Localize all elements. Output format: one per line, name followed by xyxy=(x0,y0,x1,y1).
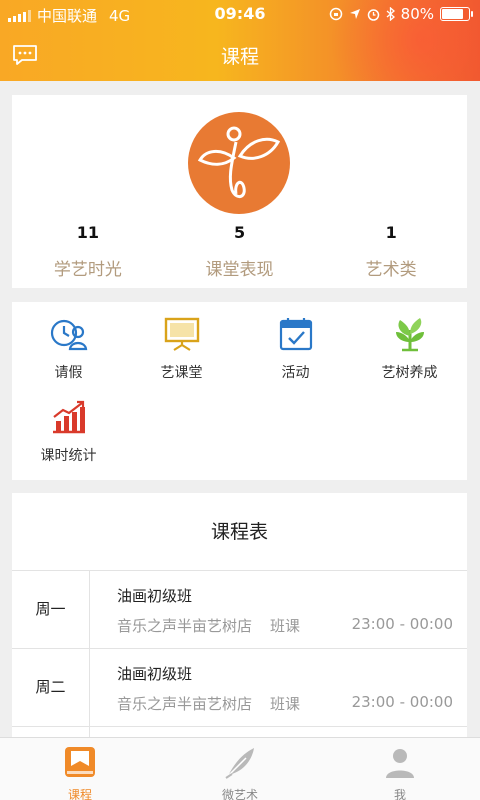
stat-value: 5 xyxy=(233,223,246,242)
user-icon xyxy=(386,749,414,778)
leave-icon xyxy=(50,319,87,351)
course-time: 23:00 - 00:00 xyxy=(351,615,453,633)
stat-value: 11 xyxy=(76,223,99,242)
stat-label: 课堂表现 xyxy=(205,260,274,280)
status-bar: 中国联通 4G 09:46 80% xyxy=(0,0,480,28)
tab-label: 课程 xyxy=(67,788,92,800)
tab-label: 我 xyxy=(393,788,406,800)
course-venue: 音乐之声半亩艺树店 xyxy=(117,617,253,635)
menu-label: 请假 xyxy=(54,365,83,381)
tree-icon xyxy=(395,318,424,352)
tab-courses[interactable]: 课程 xyxy=(0,738,160,800)
orientation-lock-icon xyxy=(329,7,342,21)
bluetooth-icon xyxy=(386,7,395,21)
tab-me[interactable]: 我 xyxy=(320,738,480,800)
battery-icon xyxy=(440,7,473,21)
menu-item-activity[interactable]: 活动 xyxy=(239,316,352,382)
menu-label: 课时统计 xyxy=(40,448,97,464)
stat-value: 1 xyxy=(385,223,397,242)
menu-label: 活动 xyxy=(281,365,310,381)
brand-logo xyxy=(188,112,290,214)
course-name: 油画初级班 xyxy=(117,587,193,605)
stat-label: 艺术类 xyxy=(365,260,417,280)
chart-icon xyxy=(52,400,85,434)
stat-label: 学艺时光 xyxy=(53,260,122,280)
course-time: 23:00 - 00:00 xyxy=(351,693,453,711)
menu-item-classroom[interactable]: 艺课堂 xyxy=(125,316,238,382)
tab-micro-art[interactable]: 微艺术 xyxy=(160,738,320,800)
alarm-icon xyxy=(367,8,379,21)
profile-card: 11 学艺时光 5 课堂表现 1 艺术类 xyxy=(12,95,467,288)
feature-menu: 请假 艺课堂 活动 艺树养成 课时统计 xyxy=(12,302,467,480)
course-type: 班课 xyxy=(270,617,301,635)
battery-percent: 80% xyxy=(400,5,434,23)
tab-label: 微艺术 xyxy=(221,788,258,800)
stat-class-performance[interactable]: 5 课堂表现 xyxy=(164,223,316,280)
course-type: 班课 xyxy=(270,695,301,713)
app-header: 中国联通 4G 09:46 80% 课程 xyxy=(0,0,480,81)
stats-row: 11 学艺时光 5 课堂表现 1 艺术类 xyxy=(12,223,467,280)
schedule-day: 周二 xyxy=(12,649,90,726)
menu-item-leave[interactable]: 请假 xyxy=(12,316,125,382)
course-name: 油画初级班 xyxy=(117,665,193,683)
page-title: 课程 xyxy=(220,46,259,68)
location-icon xyxy=(349,9,360,19)
menu-label: 艺树养成 xyxy=(381,365,438,381)
schedule-day: 周一 xyxy=(12,571,90,648)
classroom-icon xyxy=(164,317,199,351)
schedule-row[interactable]: 周二 油画初级班 音乐之声半亩艺树店 班课 23:00 - 00:00 xyxy=(12,649,467,727)
feather-icon xyxy=(225,748,254,779)
stat-study-time[interactable]: 11 学艺时光 xyxy=(12,223,164,280)
schedule-title: 课程表 xyxy=(12,493,467,571)
bookmark-book-icon xyxy=(65,747,95,777)
menu-item-lesson-stats[interactable]: 课时统计 xyxy=(12,399,125,465)
schedule-row[interactable]: 周一 油画初级班 音乐之声半亩艺树店 班课 23:00 - 00:00 xyxy=(12,571,467,649)
tab-bar: 课程 微艺术 我 xyxy=(0,737,480,800)
stat-art-categories[interactable]: 1 艺术类 xyxy=(315,223,467,280)
menu-item-art-tree[interactable]: 艺树养成 xyxy=(353,316,466,382)
calendar-icon xyxy=(279,318,312,351)
menu-label: 艺课堂 xyxy=(160,365,203,381)
course-venue: 音乐之声半亩艺树店 xyxy=(117,695,253,713)
schedule-card: 课程表 周一 油画初级班 音乐之声半亩艺树店 班课 23:00 - 00:00 … xyxy=(12,493,467,743)
